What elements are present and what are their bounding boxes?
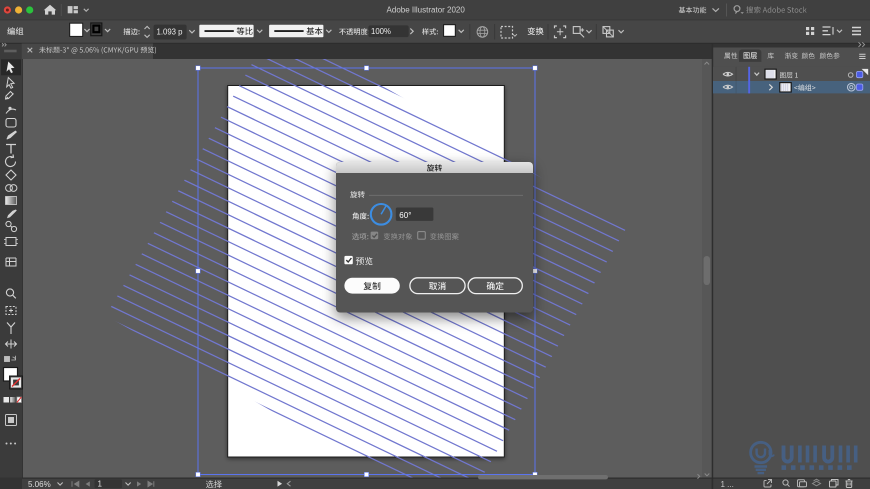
svg-text:100%: 100% bbox=[371, 27, 391, 36]
svg-text:5.06%: 5.06% bbox=[28, 480, 51, 489]
svg-text:1.093 p: 1.093 p bbox=[157, 28, 184, 37]
svg-text:60°: 60° bbox=[399, 211, 411, 220]
svg-text:1: 1 bbox=[98, 480, 103, 489]
svg-text:1 ...: 1 ... bbox=[721, 480, 734, 489]
svg-text:Adobe Illustrator 2020: Adobe Illustrator 2020 bbox=[387, 5, 466, 14]
